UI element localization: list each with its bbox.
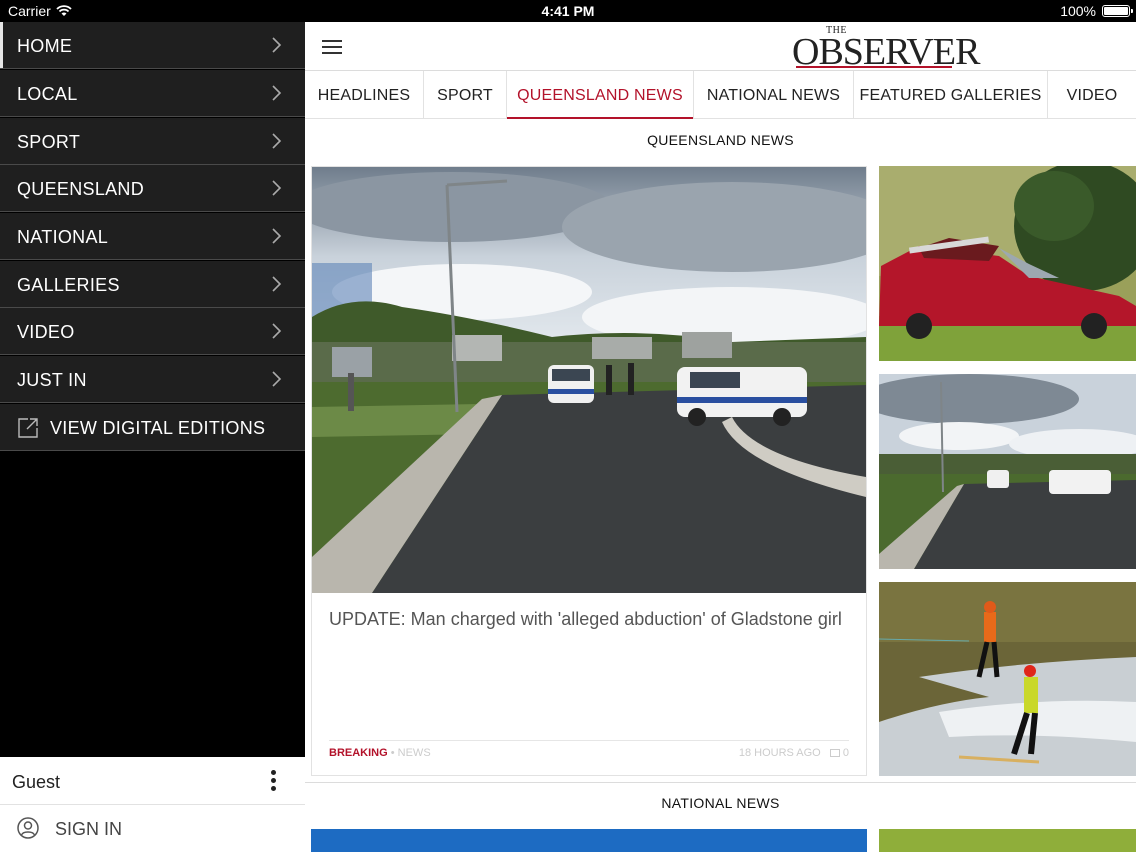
user-icon	[17, 817, 39, 839]
section-title-national: NATIONAL NEWS	[661, 795, 780, 811]
tab-queensland-news[interactable]: QUEENSLAND NEWS	[507, 71, 694, 119]
story-meta-tags: BREAKING • NEWS	[329, 747, 431, 759]
hamburger-menu-icon[interactable]	[322, 40, 342, 54]
section-title-queensland: QUEENSLAND NEWS	[647, 132, 794, 148]
story-meta-info: 18 HOURS AGO 0	[739, 747, 849, 759]
lead-story-card[interactable]: UPDATE: Man charged with 'alleged abduct…	[311, 166, 867, 776]
national-lead-photo[interactable]	[311, 829, 867, 852]
sign-in-button[interactable]: SIGN IN	[0, 805, 305, 852]
tab-sport[interactable]: SPORT	[424, 71, 507, 119]
menu-item-label: NATIONAL	[17, 227, 109, 247]
section-divider	[305, 782, 1136, 783]
menu-item-local[interactable]: LOCAL	[0, 70, 305, 117]
chevron-right-icon	[272, 37, 282, 53]
story-thumbnail-waterski[interactable]	[879, 582, 1136, 776]
main-content: THE OBSERVER HEADLINES SPORT QUEENSLAND …	[305, 22, 1136, 852]
view-digital-editions-label: VIEW DIGITAL EDITIONS	[50, 418, 266, 438]
category-tag: NEWS	[397, 747, 431, 759]
external-link-icon	[18, 418, 38, 438]
chevron-right-icon	[272, 133, 282, 149]
chevron-right-icon	[272, 371, 282, 387]
national-thumb-photo[interactable]	[879, 829, 1136, 852]
menu-item-label: GALLERIES	[17, 275, 120, 295]
tab-featured-galleries[interactable]: FEATURED GALLERIES	[854, 71, 1048, 119]
story-thumbnail-car[interactable]	[879, 166, 1136, 361]
tab-headlines[interactable]: HEADLINES	[305, 71, 424, 119]
menu-item-label: SPORT	[17, 132, 81, 152]
menu-item-just-in[interactable]: JUST IN	[0, 356, 305, 403]
menu-item-video[interactable]: VIDEO	[0, 308, 305, 355]
guest-label: Guest	[12, 772, 61, 792]
menu-item-sport[interactable]: SPORT	[0, 118, 305, 165]
top-bar: THE OBSERVER	[305, 22, 1136, 73]
menu-item-galleries[interactable]: GALLERIES	[0, 261, 305, 308]
chevron-right-icon	[272, 85, 282, 101]
more-options-icon[interactable]	[271, 770, 277, 792]
lead-story-headline[interactable]: UPDATE: Man charged with 'alleged abduct…	[329, 607, 849, 631]
story-thumbnail-street[interactable]	[879, 374, 1136, 569]
lead-story-photo[interactable]	[312, 167, 866, 593]
tab-video[interactable]: VIDEO	[1048, 71, 1136, 119]
battery-percent: 100%	[1060, 3, 1096, 19]
menu-item-label: VIDEO	[17, 322, 75, 342]
status-bar: Carrier 4:41 PM 100%	[0, 0, 1136, 22]
chevron-right-icon	[272, 228, 282, 244]
view-digital-editions-link[interactable]: VIEW DIGITAL EDITIONS	[0, 404, 305, 451]
battery-icon	[1102, 5, 1133, 17]
chevron-right-icon	[272, 323, 282, 339]
menu-item-queensland[interactable]: QUEENSLAND	[0, 165, 305, 212]
menu-item-label: HOME	[17, 36, 73, 56]
meta-separator: •	[390, 747, 395, 759]
menu-item-label: LOCAL	[17, 84, 78, 104]
menu-item-label: QUEENSLAND	[17, 179, 145, 199]
sign-in-label: SIGN IN	[55, 819, 123, 839]
side-menu: HOME LOCAL SPORT QUEENSLAND NATIONAL GAL…	[0, 22, 305, 852]
comment-count: 0	[842, 747, 849, 759]
logo-underline	[796, 66, 952, 68]
tab-national-news[interactable]: NATIONAL NEWS	[694, 71, 854, 119]
account-row: Guest	[0, 757, 305, 805]
menu-item-label: JUST IN	[17, 370, 87, 390]
clock: 4:41 PM	[541, 3, 595, 19]
story-timestamp: 18 HOURS AGO	[738, 747, 821, 759]
breaking-tag: BREAKING	[329, 747, 388, 759]
menu-item-home[interactable]: HOME	[0, 22, 305, 69]
chevron-right-icon	[272, 180, 282, 196]
section-tabs: HEADLINES SPORT QUEENSLAND NEWS NATIONAL…	[305, 71, 1136, 119]
observer-logo[interactable]: THE OBSERVER	[792, 24, 980, 73]
comment-icon	[829, 749, 840, 758]
chevron-right-icon	[272, 276, 282, 292]
menu-item-national[interactable]: NATIONAL	[0, 213, 305, 260]
meta-divider	[329, 740, 849, 741]
